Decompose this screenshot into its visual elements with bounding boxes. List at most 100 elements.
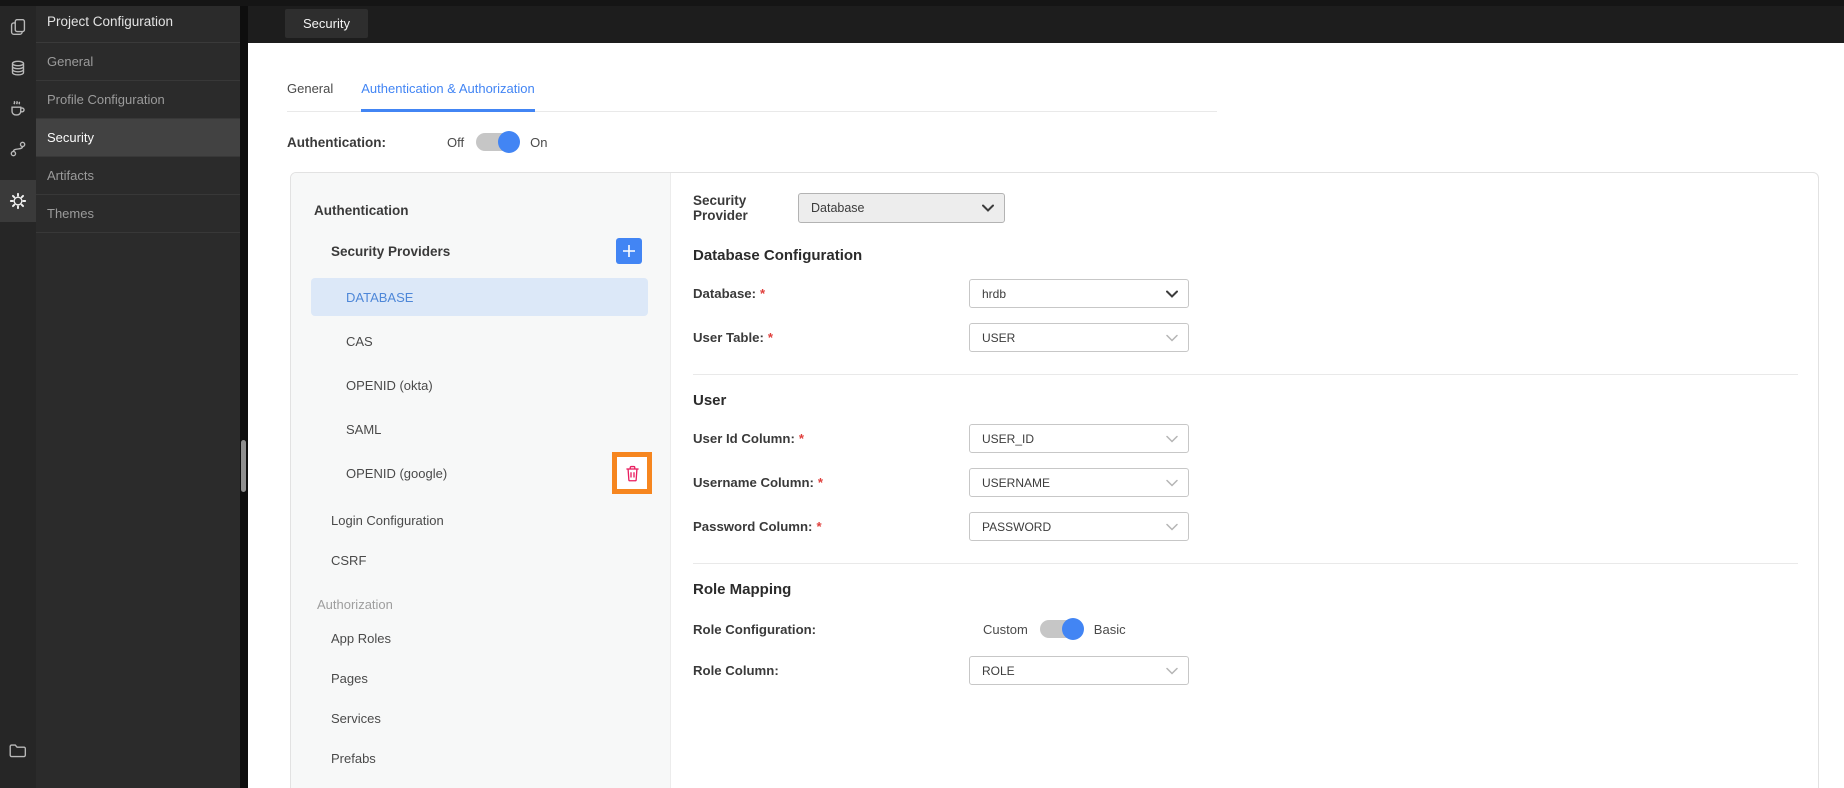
topbar: Security bbox=[248, 0, 1844, 43]
role-configuration-label: Role Configuration: bbox=[693, 621, 817, 637]
role-column-select[interactable]: ROLE bbox=[969, 656, 1189, 685]
nav-link-login-configuration[interactable]: Login Configuration bbox=[291, 500, 670, 540]
sidebar-title: Project Configuration bbox=[36, 0, 240, 43]
password-column-label: Password Column: * bbox=[693, 519, 822, 534]
password-column-value: PASSWORD bbox=[982, 519, 1052, 534]
security-providers-header: Security Providers bbox=[331, 238, 642, 264]
provider-item-cas[interactable]: CAS bbox=[311, 322, 648, 360]
provider-item-openid-google[interactable]: OPENID (google) bbox=[311, 452, 652, 494]
security-provider-label: Security Provider bbox=[693, 193, 748, 223]
tab-authentication-authorization[interactable]: Authentication & Authorization bbox=[361, 81, 535, 112]
role-mapping-heading: Role Mapping bbox=[693, 581, 792, 598]
security-provider-row: Security Provider Database bbox=[693, 193, 1798, 223]
required-asterisk: * bbox=[798, 431, 804, 446]
required-asterisk: * bbox=[760, 286, 766, 301]
user-table-label: User Table: * bbox=[693, 330, 773, 345]
delete-provider-trash-icon[interactable] bbox=[625, 465, 640, 482]
authentication-on-label: On bbox=[530, 134, 548, 150]
authentication-toggle-row: Authentication: Off On bbox=[287, 131, 1844, 153]
username-column-select[interactable]: USERNAME bbox=[969, 468, 1189, 497]
pages-icon[interactable] bbox=[0, 6, 36, 48]
user-table-select[interactable]: USER bbox=[969, 323, 1189, 352]
sidebar-item-general[interactable]: General bbox=[36, 43, 240, 81]
provider-config-form: Security Provider Database Database Conf… bbox=[671, 173, 1818, 788]
database-select[interactable]: hrdb bbox=[969, 279, 1189, 308]
authentication-label: Authentication: bbox=[287, 134, 386, 150]
tab-general[interactable]: General bbox=[287, 81, 333, 111]
username-column-row: Username Column: * USERNAME bbox=[693, 468, 1798, 497]
user-heading: User bbox=[693, 392, 727, 409]
authentication-off-label: Off bbox=[447, 134, 465, 150]
provider-item-label: OPENID (google) bbox=[346, 465, 448, 481]
security-provider-select[interactable]: Database bbox=[798, 193, 1005, 223]
role-configuration-toggle-group: Custom Basic bbox=[983, 618, 1126, 640]
nav-link-services[interactable]: Services bbox=[291, 698, 670, 738]
username-column-value: USERNAME bbox=[982, 475, 1051, 490]
sidebar-item-themes[interactable]: Themes bbox=[36, 195, 240, 233]
password-column-select[interactable]: PASSWORD bbox=[969, 512, 1189, 541]
tab-bar: General Authentication & Authorization bbox=[287, 81, 1217, 112]
chevron-down-icon bbox=[1166, 479, 1178, 487]
password-column-row: Password Column: * PASSWORD bbox=[693, 512, 1798, 541]
project-configuration-screen: Project Configuration General Profile Co… bbox=[0, 0, 1844, 788]
sidebar-item-security[interactable]: Security bbox=[36, 119, 240, 157]
role-custom-label: Custom bbox=[983, 621, 1028, 637]
role-configuration-toggle[interactable] bbox=[1039, 618, 1084, 640]
authorization-section-label: Authorization bbox=[317, 596, 393, 612]
nav-link-prefabs[interactable]: Prefabs bbox=[291, 738, 670, 778]
sidebar-item-profile-configuration[interactable]: Profile Configuration bbox=[36, 81, 240, 119]
username-column-label: Username Column: * bbox=[693, 475, 824, 490]
required-asterisk: * bbox=[767, 330, 773, 345]
provider-item-saml[interactable]: SAML bbox=[311, 410, 648, 448]
nav-link-pages[interactable]: Pages bbox=[291, 658, 670, 698]
database-field-row: Database: * hrdb bbox=[693, 279, 1798, 308]
toggle-knob bbox=[498, 131, 521, 153]
user-table-value: USER bbox=[982, 330, 1016, 345]
security-config-card: Authentication Security Providers DATABA… bbox=[290, 172, 1819, 788]
required-asterisk: * bbox=[816, 519, 822, 534]
required-asterisk: * bbox=[817, 475, 824, 490]
role-configuration-row: Role Configuration: Custom Basic bbox=[693, 618, 1798, 640]
security-providers-label: Security Providers bbox=[331, 243, 451, 259]
database-value: hrdb bbox=[982, 286, 1007, 301]
role-basic-label: Basic bbox=[1093, 621, 1126, 637]
chevron-down-icon bbox=[1166, 523, 1178, 531]
section-divider bbox=[693, 374, 1798, 375]
nav-link-csrf[interactable]: CSRF bbox=[291, 540, 670, 580]
panel-splitter[interactable] bbox=[240, 0, 248, 788]
java-services-icon[interactable] bbox=[0, 88, 36, 130]
chevron-down-icon bbox=[1166, 334, 1178, 342]
user-id-column-label: User Id Column: * bbox=[693, 431, 804, 446]
top-strip bbox=[0, 0, 1844, 6]
authentication-toggle[interactable] bbox=[476, 131, 521, 153]
splitter-scrollbar-thumb[interactable] bbox=[241, 440, 246, 492]
role-column-row: Role Column: ROLE bbox=[693, 656, 1798, 685]
chevron-down-icon bbox=[1166, 667, 1178, 675]
user-table-field-row: User Table: * USER bbox=[693, 323, 1798, 352]
apis-icon[interactable] bbox=[0, 128, 36, 170]
role-column-value: ROLE bbox=[982, 663, 1015, 678]
annotation-highlight-box bbox=[612, 452, 652, 494]
provider-list: DATABASE CAS OPENID (okta) SAML OPENID (… bbox=[291, 278, 670, 494]
toggle-knob bbox=[1061, 618, 1084, 640]
nav-link-app-roles[interactable]: App Roles bbox=[291, 618, 670, 658]
provider-item-openid-okta[interactable]: OPENID (okta) bbox=[311, 366, 648, 404]
chevron-down-icon bbox=[982, 204, 994, 212]
settings-gear-icon[interactable] bbox=[0, 180, 36, 222]
database-configuration-heading: Database Configuration bbox=[693, 247, 863, 264]
chevron-down-icon bbox=[1166, 290, 1178, 298]
user-id-column-select[interactable]: USER_ID bbox=[969, 424, 1189, 453]
sidebar-item-artifacts[interactable]: Artifacts bbox=[36, 157, 240, 195]
topbar-tab-security[interactable]: Security bbox=[285, 9, 368, 38]
provider-item-database[interactable]: DATABASE bbox=[311, 278, 648, 316]
database-icon[interactable] bbox=[0, 48, 36, 90]
role-column-label: Role Column: bbox=[693, 663, 779, 678]
user-id-column-value: USER_ID bbox=[982, 431, 1035, 446]
database-label: Database: * bbox=[693, 286, 766, 301]
section-divider bbox=[693, 563, 1798, 564]
sidebar: Project Configuration General Profile Co… bbox=[36, 0, 240, 788]
add-provider-button[interactable] bbox=[616, 238, 642, 264]
plus-icon bbox=[623, 245, 635, 257]
icon-rail bbox=[0, 0, 36, 788]
folder-icon[interactable] bbox=[0, 730, 36, 772]
